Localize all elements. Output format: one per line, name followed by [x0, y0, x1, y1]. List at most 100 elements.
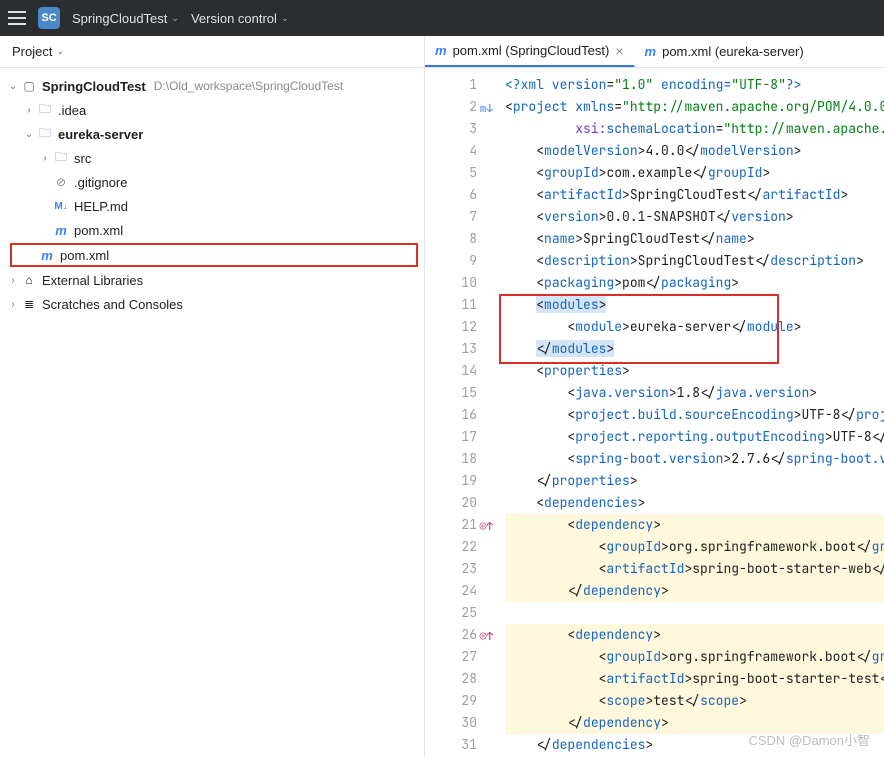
- line-number: 8: [425, 228, 477, 250]
- code-line: <name>SpringCloudTest</name>: [505, 228, 884, 250]
- tree-item-idea[interactable]: › 🗀 .idea: [0, 98, 424, 122]
- tree-item-label: HELP.md: [74, 199, 128, 214]
- chevron-right-icon[interactable]: ›: [6, 299, 20, 310]
- line-number: 11: [425, 294, 477, 316]
- tree-item-eureka[interactable]: ⌄ 🗀 eureka-server: [0, 122, 424, 146]
- file-ignore-icon: ⊘: [52, 175, 70, 189]
- tree-root-path: D:\Old_workspace\SpringCloudTest: [154, 79, 343, 93]
- chevron-down-icon[interactable]: ⌄: [22, 129, 36, 140]
- code-line: <properties>: [505, 360, 884, 382]
- menu-icon[interactable]: [8, 11, 26, 25]
- code-line: <spring-boot.version>2.7.6</spring-boot.…: [505, 448, 884, 470]
- scratch-icon: ≣: [20, 297, 38, 311]
- project-name-label: SpringCloudTest: [72, 11, 167, 26]
- code-area[interactable]: 1 2m↓ 3 4 5 6 7 8 9 10 11 12 13 14 15 16…: [425, 68, 884, 757]
- editor-tabs: m pom.xml (SpringCloudTest) × m pom.xml …: [425, 36, 884, 68]
- code-line: <?xml version="1.0" encoding="UTF-8"?>: [505, 74, 884, 96]
- markdown-icon: M↓: [52, 201, 70, 212]
- project-selector[interactable]: SpringCloudTest ⌄: [72, 11, 179, 26]
- editor: m pom.xml (SpringCloudTest) × m pom.xml …: [425, 36, 884, 757]
- tree-item-external[interactable]: › ⌂ External Libraries: [0, 268, 424, 292]
- code-line: <groupId>org.springframework.boot</group…: [505, 646, 884, 668]
- tree-item-label: Scratches and Consoles: [42, 297, 183, 312]
- chevron-down-icon[interactable]: ⌄: [6, 81, 20, 92]
- tree-item-label: .gitignore: [74, 175, 127, 190]
- line-number: 18: [425, 448, 477, 470]
- line-number: 5: [425, 162, 477, 184]
- code-line: </modules>: [505, 338, 884, 360]
- code-line: <version>0.0.1-SNAPSHOT</version>: [505, 206, 884, 228]
- code-line: <project.build.sourceEncoding>UTF-8</pro…: [505, 404, 884, 426]
- maven-icon: m: [38, 248, 56, 263]
- vcs-label: Version control: [191, 11, 277, 26]
- project-badge[interactable]: SC: [38, 7, 60, 29]
- tab-pom-eureka[interactable]: m pom.xml (eureka-server): [635, 36, 815, 67]
- code-line: <project.reporting.outputEncoding>UTF-8<…: [505, 426, 884, 448]
- line-number: 14: [425, 360, 477, 382]
- topbar: SC SpringCloudTest ⌄ Version control ⌄: [0, 0, 884, 36]
- chevron-down-icon: ⌄: [281, 13, 289, 24]
- line-number: 24: [425, 580, 477, 602]
- gutter: 1 2m↓ 3 4 5 6 7 8 9 10 11 12 13 14 15 16…: [425, 68, 485, 757]
- line-number: 13: [425, 338, 477, 360]
- project-tree: ⌄ ▢ SpringCloudTest D:\Old_workspace\Spr…: [0, 68, 424, 322]
- line-number: 31: [425, 734, 477, 756]
- project-sidebar: Project ⌄ ⌄ ▢ SpringCloudTest D:\Old_wor…: [0, 36, 425, 757]
- line-number: 4: [425, 140, 477, 162]
- line-number: 16: [425, 404, 477, 426]
- sidebar-header[interactable]: Project ⌄: [0, 36, 424, 68]
- tree-item-pom-child[interactable]: m pom.xml: [0, 218, 424, 242]
- vcs-selector[interactable]: Version control ⌄: [191, 11, 289, 26]
- tree-item-pom-root[interactable]: m pom.xml: [10, 243, 418, 267]
- main: Project ⌄ ⌄ ▢ SpringCloudTest D:\Old_wor…: [0, 36, 884, 757]
- module-folder-icon: 🗀: [36, 124, 54, 145]
- line-number: 30: [425, 712, 477, 734]
- tree-item-label: External Libraries: [42, 273, 143, 288]
- code-line: <groupId>com.example</groupId>: [505, 162, 884, 184]
- line-number: 29: [425, 690, 477, 712]
- tree-item-scratches[interactable]: › ≣ Scratches and Consoles: [0, 292, 424, 316]
- tree-root[interactable]: ⌄ ▢ SpringCloudTest D:\Old_workspace\Spr…: [0, 74, 424, 98]
- code-line: <groupId>org.springframework.boot</group…: [505, 536, 884, 558]
- tree-item-label: pom.xml: [74, 223, 123, 238]
- folder-icon: ▢: [20, 79, 38, 93]
- code-line: xsi:schemaLocation="http://maven.apache.…: [505, 118, 884, 140]
- maven-icon: m: [645, 44, 657, 59]
- line-number: 26◎↑: [425, 624, 477, 646]
- folder-icon: 🗀: [36, 100, 54, 121]
- tree-item-label: .idea: [58, 103, 86, 118]
- line-number: 19: [425, 470, 477, 492]
- line-number: 10: [425, 272, 477, 294]
- code-line: <scope>test</scope>: [505, 690, 884, 712]
- code-line: <java.version>1.8</java.version>: [505, 382, 884, 404]
- watermark: CSDN @Damon小智: [748, 730, 870, 749]
- chevron-right-icon[interactable]: ›: [22, 105, 36, 116]
- close-icon[interactable]: ×: [615, 43, 623, 59]
- chevron-down-icon: ⌄: [171, 13, 179, 24]
- line-number: 7: [425, 206, 477, 228]
- line-number: 23: [425, 558, 477, 580]
- tree-item-src[interactable]: › 🗀 src: [0, 146, 424, 170]
- line-number: 20: [425, 492, 477, 514]
- chevron-right-icon[interactable]: ›: [6, 275, 20, 286]
- code-line: <modules>: [505, 294, 884, 316]
- tab-pom-root[interactable]: m pom.xml (SpringCloudTest) ×: [425, 36, 635, 67]
- folder-icon: 🗀: [52, 148, 70, 169]
- line-number: 15: [425, 382, 477, 404]
- line-number: 12: [425, 316, 477, 338]
- code-line: <project xmlns="http://maven.apache.org/…: [505, 96, 884, 118]
- tree-item-helpmd[interactable]: M↓ HELP.md: [0, 194, 424, 218]
- code-line: <dependency>: [505, 514, 884, 536]
- maven-icon: m: [52, 223, 70, 238]
- code-line: <modelVersion>4.0.0</modelVersion>: [505, 140, 884, 162]
- code-line: </properties>: [505, 470, 884, 492]
- tree-item-label: src: [74, 151, 91, 166]
- sidebar-title: Project: [12, 44, 52, 59]
- code-content[interactable]: <?xml version="1.0" encoding="UTF-8"?> <…: [485, 68, 884, 757]
- code-line: <packaging>pom</packaging>: [505, 272, 884, 294]
- maven-icon: m: [435, 43, 447, 58]
- chevron-right-icon[interactable]: ›: [38, 153, 52, 164]
- line-number: 17: [425, 426, 477, 448]
- tree-item-gitignore[interactable]: ⊘ .gitignore: [0, 170, 424, 194]
- tree-item-label: pom.xml: [60, 248, 109, 263]
